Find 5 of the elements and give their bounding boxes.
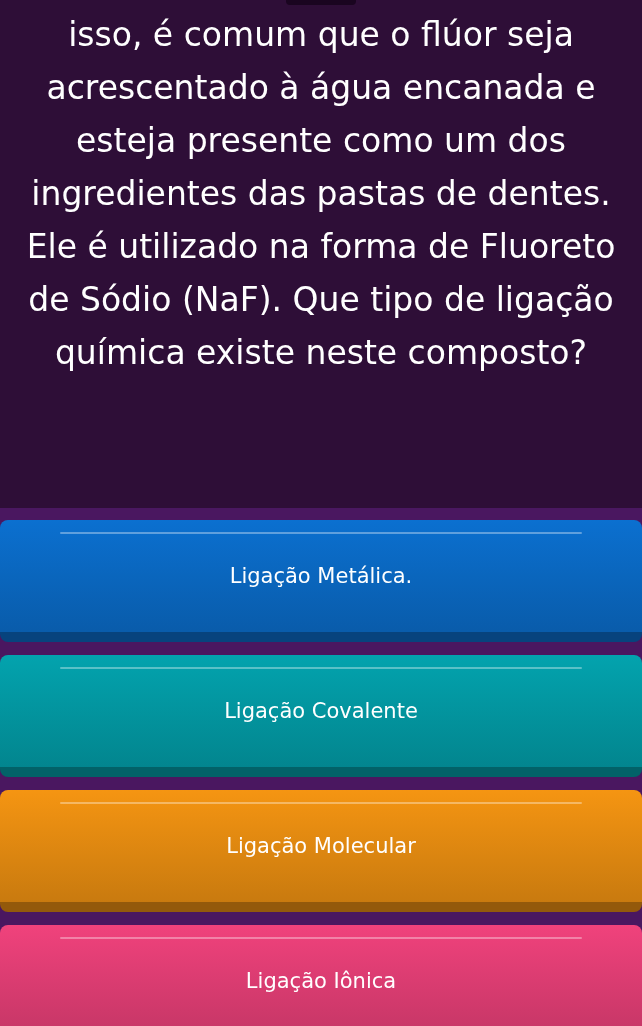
answer-button[interactable]: Ligação Metálica. [0, 520, 642, 642]
answer-button[interactable]: Ligação Molecular [0, 790, 642, 912]
answer-button[interactable]: Ligação Covalente [0, 655, 642, 777]
question-text: isso, é comum que o flúor seja acrescentado à água encanada e esteja presente como um dos ingredientes das pastas de dentes. Ele é utilizado na forma de Fluoreto de Sódio (NaF). Que tipo de ligação química existe neste composto? [25, 14, 617, 374]
answer-button[interactable]: Ligação Iônica [0, 925, 642, 1026]
